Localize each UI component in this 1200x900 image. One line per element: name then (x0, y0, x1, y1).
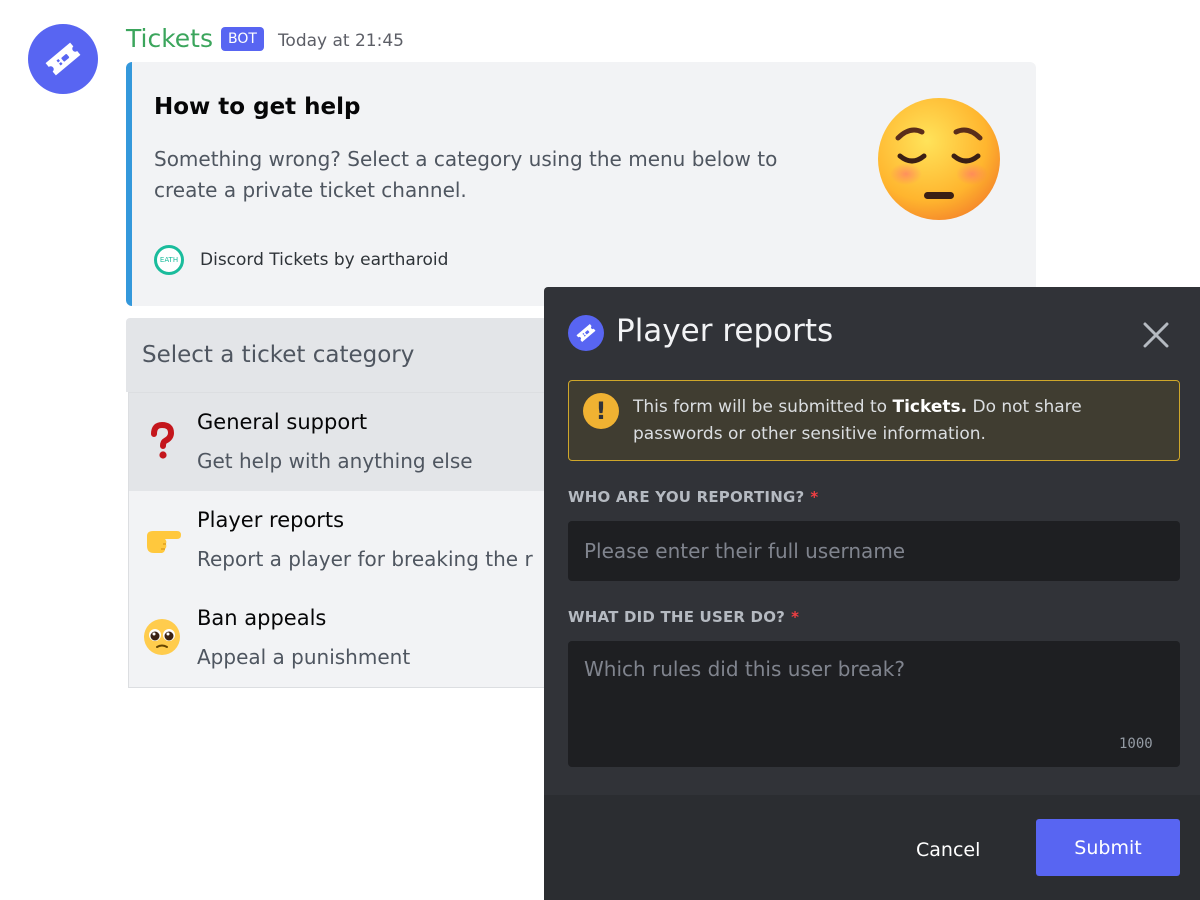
modal-title: Player reports (616, 313, 834, 349)
user-action-label: WHAT DID THE USER DO? * (568, 608, 800, 626)
embed-title: How to get help (154, 94, 361, 120)
ticket-category-select[interactable]: Select a ticket category (126, 318, 556, 392)
bot-tag: BOT (221, 26, 264, 51)
embed-card: How to get help Something wrong? Select … (126, 62, 1036, 306)
select-options-list: General support Get help with anything e… (128, 392, 556, 688)
footer-text: Discord Tickets by eartharoid (200, 250, 449, 270)
embed-description: Something wrong? Select a category using… (154, 147, 778, 202)
option-player-reports[interactable]: Player reports Report a player for break… (129, 491, 556, 589)
timestamp: Today at 21:45 (277, 30, 404, 51)
submit-button[interactable]: Submit (1036, 819, 1180, 876)
option-description: Appeal a punishment (197, 645, 411, 669)
author-name[interactable]: Tickets (126, 24, 213, 53)
option-general-support[interactable]: General support Get help with anything e… (129, 393, 556, 491)
warning-notice: ! This form will be submitted to Tickets… (568, 380, 1180, 461)
option-description: Get help with anything else (197, 449, 473, 473)
option-label: General support (197, 410, 368, 434)
question-mark-icon (151, 422, 175, 459)
ticket-icon (568, 315, 604, 351)
user-action-textarea[interactable] (568, 641, 1180, 767)
warning-icon: ! (583, 393, 619, 429)
ticket-icon (45, 42, 81, 76)
pensive-face-icon (878, 98, 1000, 220)
option-label: Ban appeals (197, 606, 327, 630)
cancel-button[interactable]: Cancel (916, 839, 980, 861)
pointing-hand-icon (147, 531, 181, 553)
reported-user-input[interactable] (568, 521, 1180, 581)
char-counter: 1000 (1119, 736, 1153, 752)
close-icon[interactable] (1140, 319, 1172, 351)
message-header: Tickets BOT Today at 21:45 (126, 24, 404, 53)
reported-user-label: WHO ARE YOU REPORTING? * (568, 488, 819, 506)
footer-logo: EATH (154, 245, 184, 275)
option-description: Report a player for breaking the r (197, 547, 533, 571)
warning-text: This form will be submitted to Tickets. … (633, 397, 1082, 444)
bot-avatar[interactable] (28, 24, 98, 94)
embed-footer: EATH Discord Tickets by eartharoid (154, 245, 448, 275)
player-reports-modal: Player reports ! This form will be submi… (544, 287, 1200, 900)
option-label: Player reports (197, 508, 345, 532)
option-ban-appeals[interactable]: Ban appeals Appeal a punishment (129, 589, 556, 687)
modal-footer: Cancel Submit (544, 795, 1200, 900)
pleading-face-icon (144, 619, 180, 655)
select-placeholder: Select a ticket category (142, 342, 415, 368)
